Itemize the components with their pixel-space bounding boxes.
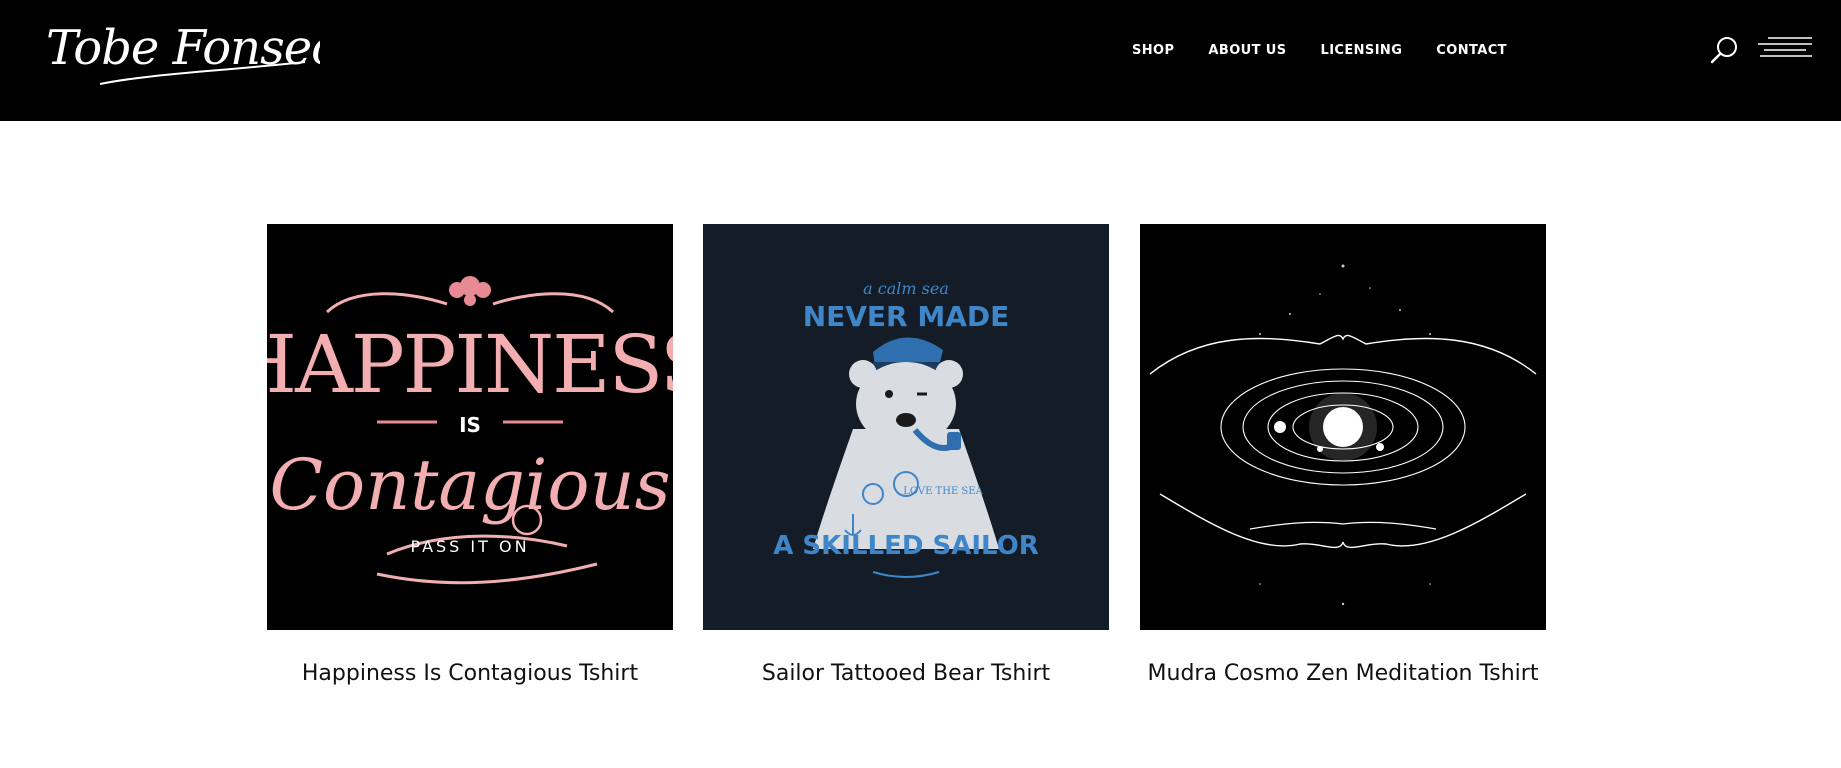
product-title[interactable]: Mudra Cosmo Zen Meditation Tshirt (1140, 658, 1546, 690)
product-card[interactable]: a calm sea NEVER MADE LOVE THE SEA A SKI… (703, 224, 1109, 690)
product-card[interactable]: HAPPINESS IS Contagious PASS IT ON Happi… (267, 224, 673, 690)
art-line-skilled-sailor: A SKILLED SAILOR (773, 531, 1039, 561)
nav-contact[interactable]: CONTACT (1436, 41, 1507, 60)
art-word-contagious: Contagious (270, 444, 671, 526)
nav-shop[interactable]: SHOP (1132, 41, 1174, 60)
art-line-calm-sea: a calm sea (863, 279, 949, 298)
site-header: Tobe Fonseca SHOP ABOUT US LICENSING CON… (0, 0, 1841, 121)
hamburger-menu-icon[interactable] (1756, 34, 1814, 64)
nav-licensing[interactable]: LICENSING (1321, 41, 1403, 60)
nav-about-us[interactable]: ABOUT US (1208, 41, 1286, 60)
product-title[interactable]: Happiness Is Contagious Tshirt (267, 658, 673, 690)
art-line-never-made: NEVER MADE (803, 300, 1010, 333)
product-image[interactable]: HAPPINESS IS Contagious PASS IT ON (267, 224, 673, 630)
logo-text: Tobe Fonseca (46, 20, 320, 76)
search-icon[interactable] (1709, 34, 1741, 66)
product-image[interactable] (1140, 224, 1546, 630)
product-title[interactable]: Sailor Tattooed Bear Tshirt (703, 658, 1109, 690)
art-tattoo-text: LOVE THE SEA (903, 486, 983, 497)
main-nav: SHOP ABOUT US LICENSING CONTACT (1132, 41, 1541, 60)
art-word-is: IS (459, 413, 481, 437)
product-card[interactable]: Mudra Cosmo Zen Meditation Tshirt (1140, 224, 1546, 690)
site-logo[interactable]: Tobe Fonseca (40, 14, 320, 94)
art-word-happiness: HAPPINESS (267, 318, 673, 411)
product-image[interactable]: a calm sea NEVER MADE LOVE THE SEA A SKI… (703, 224, 1109, 630)
art-tagline: PASS IT ON (410, 537, 529, 556)
